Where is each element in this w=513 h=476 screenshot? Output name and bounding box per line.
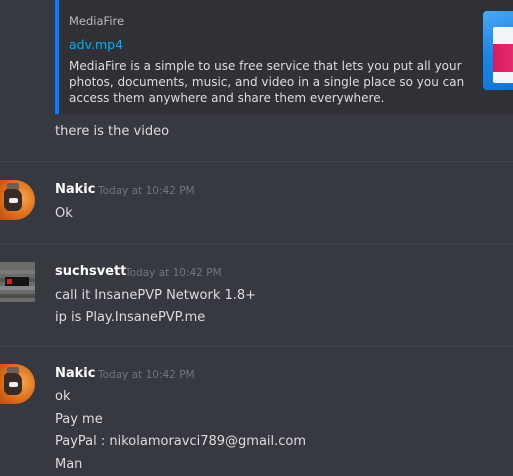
message-text: ip is Play.InsanePVP.me: [55, 310, 206, 325]
message-text: ok: [55, 389, 71, 404]
message-text: Pay me: [55, 412, 103, 427]
file-type-band: [493, 44, 513, 72]
message-divider: [0, 346, 513, 347]
avatar[interactable]: [0, 180, 35, 220]
message-text: PayPal : nikolamoravci789@gmail.com: [55, 434, 307, 449]
embed-thumbnail[interactable]: [483, 11, 513, 90]
username[interactable]: Nakic: [55, 182, 95, 197]
username[interactable]: Nakic: [55, 366, 95, 381]
username[interactable]: suchsvett: [55, 264, 126, 279]
link-embed: MediaFire adv.mp4 MediaFire is a simple …: [55, 0, 513, 114]
avatar-eye-shape: [9, 382, 18, 387]
message-divider: [0, 161, 513, 162]
chat-messages: MediaFire adv.mp4 MediaFire is a simple …: [0, 0, 513, 476]
embed-provider[interactable]: MediaFire: [69, 14, 124, 28]
message-text: Ok: [55, 206, 73, 221]
avatar-eye-shape: [9, 198, 18, 203]
avatar-eye-shape: [7, 279, 12, 284]
timestamp: Today at 10:42 PM: [98, 369, 195, 381]
message-divider: [0, 243, 513, 244]
embed-title-link[interactable]: adv.mp4: [69, 37, 123, 52]
message-text: there is the video: [55, 124, 170, 139]
avatar[interactable]: [0, 262, 35, 302]
timestamp: Today at 10:42 PM: [98, 185, 195, 197]
timestamp: Today at 10:42 PM: [125, 267, 222, 279]
message-text: Man: [55, 457, 83, 472]
message-text: call it InsanePVP Network 1.8+: [55, 288, 257, 303]
embed-description: MediaFire is a simple to use free servic…: [69, 59, 465, 105]
avatar[interactable]: [0, 364, 35, 404]
